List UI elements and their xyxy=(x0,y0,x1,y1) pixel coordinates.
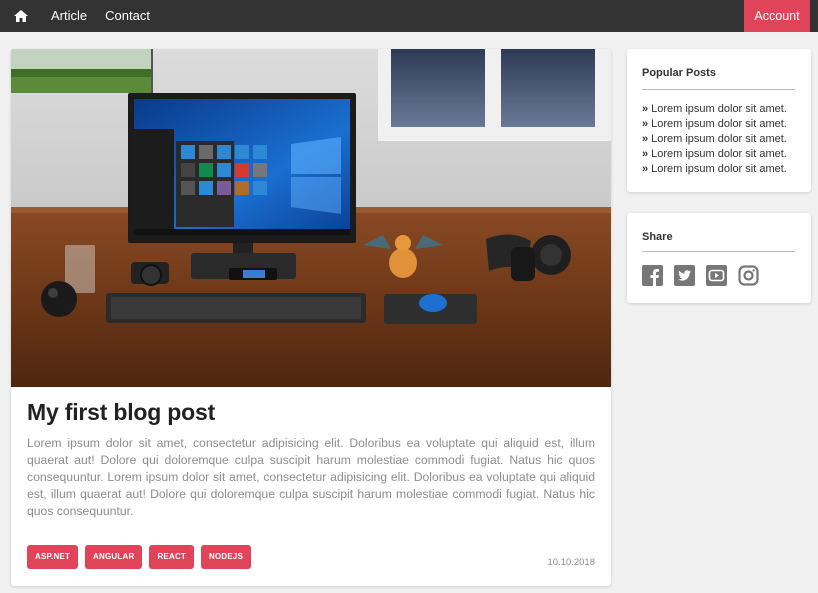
youtube-icon[interactable] xyxy=(706,265,727,286)
share-title: Share xyxy=(642,231,673,243)
nav-link-article[interactable]: Article xyxy=(42,0,96,32)
nav-link-contact[interactable]: Contact xyxy=(96,0,159,32)
home-button[interactable] xyxy=(0,0,42,32)
tag-angular[interactable]: ANGULAR xyxy=(85,545,143,569)
double-chevron-right-icon: » xyxy=(642,103,649,115)
home-icon xyxy=(14,10,28,22)
post-body: Lorem ipsum dolor sit amet, consectetur … xyxy=(27,436,595,518)
popular-posts-widget: Popular Posts » Lorem ipsum dolor sit ame… xyxy=(627,49,811,192)
tag-nodejs[interactable]: NODEJS xyxy=(201,545,252,569)
top-navbar: Article Contact Account xyxy=(0,0,818,32)
post-title: My first blog post xyxy=(27,399,216,425)
share-widget: Share xyxy=(627,213,811,303)
divider xyxy=(642,89,795,90)
popular-post-link[interactable]: » Lorem ipsum dolor sit amet. xyxy=(642,162,787,177)
popular-post-link[interactable]: » Lorem ipsum dolor sit amet. xyxy=(642,102,787,117)
double-chevron-right-icon: » xyxy=(642,133,649,145)
popular-post-link[interactable]: » Lorem ipsum dolor sit amet. xyxy=(642,147,787,162)
twitter-icon[interactable] xyxy=(674,265,695,286)
double-chevron-right-icon: » xyxy=(642,148,649,160)
instagram-icon[interactable] xyxy=(738,265,759,286)
share-icon-row xyxy=(642,265,759,286)
popular-post-link[interactable]: » Lorem ipsum dolor sit amet. xyxy=(642,132,787,147)
facebook-icon[interactable] xyxy=(642,265,663,286)
double-chevron-right-icon: » xyxy=(642,163,649,175)
double-chevron-right-icon: » xyxy=(642,118,649,130)
popular-post-link[interactable]: » Lorem ipsum dolor sit amet. xyxy=(642,117,787,132)
tag-aspnet[interactable]: ASP.NET xyxy=(27,545,79,569)
popular-posts-title: Popular Posts xyxy=(642,67,716,79)
divider xyxy=(642,251,795,252)
tag-list: ASP.NET ANGULAR REACT NODEJS xyxy=(27,545,252,569)
post-date: 10.10.2018 xyxy=(547,557,595,568)
post-card: My first blog post Lorem ipsum dolor sit… xyxy=(11,49,611,586)
account-button[interactable]: Account xyxy=(744,0,810,32)
tag-react[interactable]: REACT xyxy=(149,545,195,569)
popular-posts-list: » Lorem ipsum dolor sit amet. » Lorem ipsu… xyxy=(642,102,787,177)
post-image xyxy=(11,49,611,387)
